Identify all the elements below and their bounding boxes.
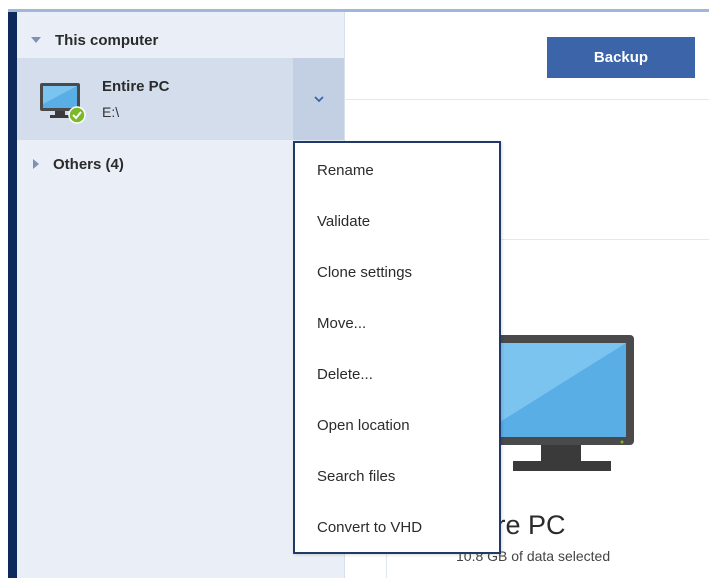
backup-item-title: Entire PC (102, 78, 170, 95)
left-navigation-edge (8, 12, 17, 578)
backup-item-entire-pc[interactable]: Entire PC E:\ (17, 58, 344, 140)
expand-caret-icon[interactable] (31, 37, 41, 43)
menu-item-search-files[interactable]: Search files (317, 466, 395, 488)
menu-item-rename[interactable]: Rename (317, 160, 374, 182)
menu-item-open-location[interactable]: Open location (317, 415, 410, 437)
section-this-computer-label: This computer (55, 31, 159, 49)
menu-item-validate[interactable]: Validate (317, 211, 370, 233)
menu-item-delete[interactable]: Delete... (317, 364, 373, 386)
chevron-down-icon (313, 96, 324, 103)
section-this-computer[interactable]: This computer (17, 28, 317, 52)
collapse-caret-icon[interactable] (33, 159, 39, 169)
top-accent-bar (0, 0, 709, 12)
section-others-label: Others (4) (53, 155, 124, 173)
header-divider (344, 99, 709, 100)
backup-item-subtitle: E:\ (102, 104, 120, 120)
computer-icon (40, 83, 86, 124)
menu-item-convert-to-vhd[interactable]: Convert to VHD (317, 517, 422, 539)
backup-button[interactable]: Backup (547, 37, 695, 78)
large-monitor-icon (487, 335, 634, 471)
menu-item-move[interactable]: Move... (317, 313, 366, 335)
backup-context-menu: Rename Validate Clone settings Move... D… (293, 141, 501, 554)
section-others[interactable]: Others (4) (17, 152, 317, 176)
menu-item-clone-settings[interactable]: Clone settings (317, 262, 412, 284)
backup-item-menu-button[interactable] (293, 58, 344, 140)
